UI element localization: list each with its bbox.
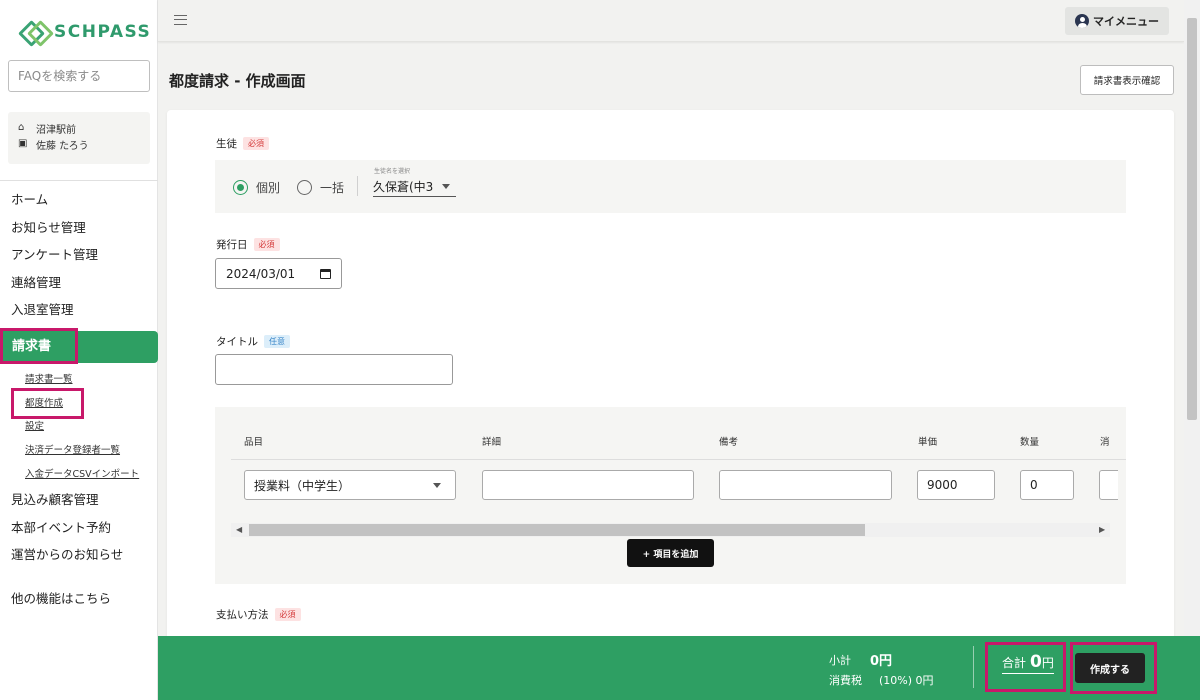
title-label-row: タイトル 任意: [216, 334, 290, 349]
subnav-payment-registrants[interactable]: 決済データ登録者一覧: [0, 439, 158, 463]
student-select-box: [215, 160, 1126, 213]
create-button[interactable]: 作成する: [1075, 653, 1145, 683]
detail-input[interactable]: [482, 470, 694, 500]
subnav-settings[interactable]: 設定: [0, 415, 158, 439]
item-select[interactable]: 授業料（中学生）: [244, 470, 456, 500]
title-label: タイトル: [216, 336, 258, 348]
optional-badge: 任意: [264, 335, 290, 348]
logo-icon: [20, 21, 48, 43]
page-scroll-thumb[interactable]: [1187, 18, 1197, 420]
tax-value: (10%) 0円: [879, 674, 934, 687]
col-header-detail: 詳細: [482, 437, 502, 448]
quantity-input[interactable]: 0: [1020, 470, 1074, 500]
invoice-preview-button[interactable]: 請求書表示確認: [1080, 65, 1174, 95]
my-menu-label: マイメニュー: [1093, 15, 1159, 28]
student-select-caption: 生徒名を選択: [374, 168, 411, 175]
radio-bulk-label: 一括: [320, 181, 345, 195]
student-select[interactable]: 久保蒼(中3: [373, 178, 456, 197]
subtotal-value: 0円: [870, 654, 893, 669]
subnav-create-invoice[interactable]: 都度作成: [0, 392, 158, 416]
radio-divider: [357, 176, 358, 196]
issue-date-value: 2024/03/01: [226, 266, 296, 281]
issue-date-input[interactable]: 2024/03/01: [215, 258, 342, 289]
total-label: 合計: [1002, 656, 1027, 670]
issue-date-label-row: 発行日 必須: [216, 237, 280, 252]
required-badge: 必須: [274, 608, 301, 621]
sidebar-item-contacts[interactable]: 連絡管理: [0, 269, 158, 297]
required-badge: 必須: [243, 137, 269, 150]
radio-checked-icon: [233, 180, 248, 195]
student-label-row: 生徒 必須: [216, 136, 269, 151]
radio-unchecked-icon: [297, 180, 312, 195]
page-title: 都度請求 - 作成画面: [169, 72, 306, 90]
col-header-tax: 消: [1100, 437, 1110, 448]
unit-price-input[interactable]: 9000: [917, 470, 995, 500]
logo-text: SCHPASS: [54, 22, 152, 42]
sidebar-item-prospects[interactable]: 見込み顧客管理: [0, 486, 158, 514]
required-badge: 必須: [253, 238, 280, 251]
student-label: 生徒: [216, 138, 237, 150]
school-name: 沼津駅前: [36, 124, 76, 136]
subnav-invoice-list[interactable]: 請求書一覧: [0, 368, 158, 392]
tax-label: 消費税: [829, 674, 862, 687]
sidebar-nav-2: 見込み顧客管理 本部イベント予約 運営からのお知らせ: [0, 486, 158, 569]
tax-input[interactable]: [1099, 470, 1118, 500]
add-item-button[interactable]: + 項目を追加: [627, 539, 714, 567]
sidebar-item-home[interactable]: ホーム: [0, 186, 158, 214]
sidebar-divider: [0, 180, 158, 181]
subnav-csv-import[interactable]: 入金データCSVインポート: [0, 463, 158, 487]
user-row: ▣ 佐藤 たろう: [18, 136, 150, 152]
note-input[interactable]: [719, 470, 892, 500]
sidebar-item-notices[interactable]: お知らせ管理: [0, 214, 158, 242]
sidebar-item-other-features[interactable]: 他の機能はこちら: [11, 588, 111, 607]
user-info-box: ⌂ 沼津駅前 ▣ 佐藤 たろう: [8, 112, 150, 164]
user-name: 佐藤 たろう: [36, 140, 89, 152]
sidebar-item-invoices[interactable]: 請求書: [0, 331, 158, 363]
sidebar-item-operator-news[interactable]: 運営からのお知らせ: [0, 541, 158, 569]
col-header-unit-price: 単価: [918, 437, 938, 448]
title-input[interactable]: [215, 354, 453, 385]
sidebar-nav: ホーム お知らせ管理 アンケート管理 連絡管理 入退室管理: [0, 186, 158, 324]
student-select-value: 久保蒼(中3: [373, 180, 434, 194]
radio-bulk[interactable]: 一括: [297, 179, 344, 196]
user-badge-icon: ▣: [18, 138, 28, 149]
radio-individual-label: 個別: [256, 181, 281, 195]
issue-date-label: 発行日: [216, 239, 248, 251]
scroll-left-icon[interactable]: ◀: [236, 526, 242, 534]
sidebar-item-hq-events[interactable]: 本部イベント予約: [0, 514, 158, 542]
footer-divider: [973, 646, 974, 688]
logo[interactable]: SCHPASS: [20, 20, 151, 44]
calendar-icon[interactable]: [320, 268, 331, 279]
account-icon: [1075, 14, 1089, 28]
sidebar: SCHPASS ⌂ 沼津駅前 ▣ 佐藤 たろう ホーム お知らせ管理 アンケート…: [0, 0, 158, 700]
sidebar-subnav: 請求書一覧 都度作成 設定 決済データ登録者一覧 入金データCSVインポート: [0, 368, 158, 486]
scroll-right-icon[interactable]: ▶: [1099, 526, 1105, 534]
chevron-down-icon: [442, 184, 450, 189]
faq-search-input[interactable]: [8, 60, 150, 92]
chevron-down-icon: [433, 483, 441, 488]
sidebar-item-attendance[interactable]: 入退室管理: [0, 296, 158, 324]
col-header-quantity: 数量: [1020, 437, 1040, 448]
subtotal-label: 小計: [829, 654, 851, 667]
home-icon: ⌂: [18, 122, 25, 133]
sidebar-item-surveys[interactable]: アンケート管理: [0, 241, 158, 269]
top-header: マイメニュー: [158, 0, 1184, 42]
total-amount: 合計 0 円: [1002, 652, 1054, 674]
col-header-note: 備考: [719, 437, 739, 448]
total-unit: 円: [1041, 656, 1054, 670]
table-scroll-thumb[interactable]: [249, 524, 865, 536]
total-value: 0: [1030, 652, 1042, 672]
table-header-divider: [231, 459, 1126, 460]
my-menu-button[interactable]: マイメニュー: [1065, 7, 1169, 35]
hamburger-menu-icon[interactable]: [174, 15, 187, 25]
col-header-item: 品目: [244, 437, 264, 448]
payment-label-row: 支払い方法 必須: [216, 607, 301, 622]
school-row: ⌂ 沼津駅前: [18, 120, 150, 136]
payment-label: 支払い方法: [216, 609, 269, 621]
radio-individual[interactable]: 個別: [233, 179, 280, 196]
item-select-value: 授業料（中学生）: [254, 478, 351, 493]
